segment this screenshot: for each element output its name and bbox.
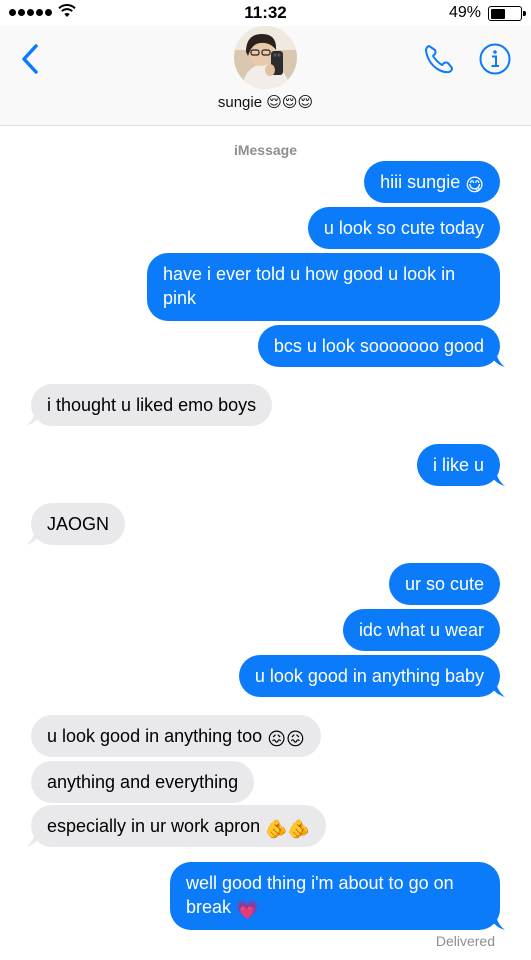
message-text: have i ever told u how good u look in pi…: [163, 264, 456, 308]
savoring-food-emoji: 😋: [465, 175, 484, 195]
bubble-tail: [489, 468, 505, 486]
battery-icon: [488, 6, 526, 21]
message-bubble-incoming[interactable]: JAOGN: [26, 503, 126, 545]
bubble-tail: [489, 679, 505, 697]
message-text: u look good in anything baby: [254, 666, 484, 686]
avatar-photo: [234, 26, 297, 89]
message-bubble-outgoing[interactable]: hiii sungie 😋: [364, 161, 500, 203]
message-text: hiii sungie: [380, 172, 461, 192]
message-text: well good thing i'm about to go on break: [186, 873, 454, 917]
bubble-tail: [489, 912, 505, 930]
message-bubble-outgoing[interactable]: ur so cute: [388, 563, 500, 605]
avatar[interactable]: [234, 26, 297, 89]
message-bubble-outgoing[interactable]: have i ever told u how good u look in pi…: [147, 253, 500, 321]
message-bubble-outgoing[interactable]: idc what u wear: [342, 609, 500, 651]
message-bubble-outgoing[interactable]: well good thing i'm about to go on break…: [170, 862, 505, 930]
phone-icon[interactable]: [422, 42, 456, 76]
message-text: idc what u wear: [358, 620, 484, 640]
message-bubble-incoming[interactable]: anything and everything: [31, 761, 255, 803]
battery-percentage: 49%: [448, 4, 481, 21]
confounded-face-emoji: 😖😖: [267, 729, 305, 749]
bubble-tail: [489, 349, 505, 367]
message-bubble-outgoing[interactable]: u look good in anything baby: [238, 655, 505, 697]
info-icon[interactable]: [478, 42, 512, 76]
message-text: i thought u liked emo boys: [47, 395, 257, 415]
pointing-hand-emoji: 🫵🫵: [265, 819, 310, 839]
contact-name[interactable]: sungie 😌😌😌: [0, 93, 531, 111]
message-bubble-incoming[interactable]: especially in ur work apron 🫵🫵: [26, 805, 326, 847]
message-text: bcs u look sooooooo good: [273, 336, 484, 356]
message-bubble-outgoing[interactable]: bcs u look sooooooo good: [257, 325, 505, 367]
chevron-left-icon[interactable]: [16, 42, 46, 76]
conversation-header: sungie 😌😌😌: [0, 26, 531, 126]
message-bubble-outgoing[interactable]: u look so cute today: [307, 207, 500, 249]
bubble-tail: [26, 527, 42, 545]
message-text: u look good in anything too: [47, 726, 263, 746]
bubble-tail: [26, 408, 42, 426]
status-bar: 11:32 49%: [0, 0, 531, 26]
battery-fill: [490, 8, 505, 19]
message-text: i like u: [432, 455, 484, 475]
growing-heart-emoji: 💗: [236, 900, 259, 920]
message-text: u look so cute today: [323, 218, 484, 238]
message-text: anything and everything: [47, 772, 239, 792]
delivery-status: Delivered: [435, 933, 495, 949]
service-label: iMessage: [233, 142, 298, 158]
message-bubble-incoming[interactable]: i thought u liked emo boys: [26, 384, 273, 426]
message-text: especially in ur work apron: [47, 816, 261, 836]
message-text: JAOGN: [47, 514, 110, 534]
bubble-tail: [26, 829, 42, 847]
message-bubble-outgoing[interactable]: i like u: [416, 444, 505, 486]
message-text: ur so cute: [404, 574, 484, 594]
message-bubble-incoming[interactable]: u look good in anything too 😖😖: [31, 715, 321, 757]
